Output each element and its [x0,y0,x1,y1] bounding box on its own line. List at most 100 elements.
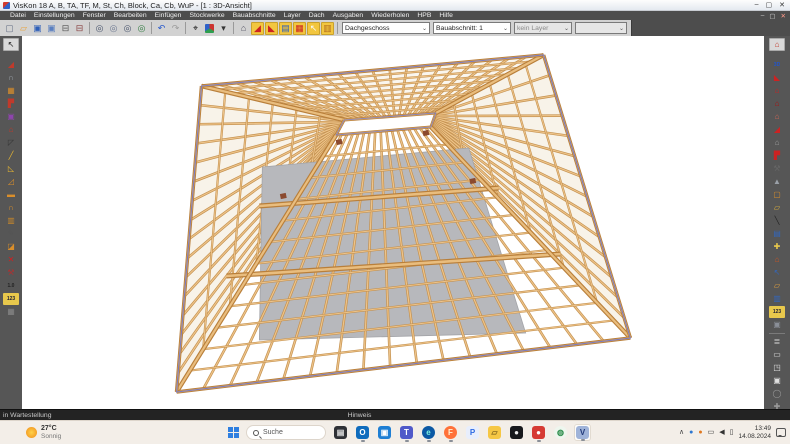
corner-tool-icon[interactable]: ▛ [769,150,785,162]
grid-panel-tool-icon[interactable]: ▦ [3,85,19,97]
select-cursor-icon[interactable]: ↖ [3,38,19,51]
clock[interactable]: 13:49 14.08.2024 [738,425,771,441]
mdi-restore-button[interactable]: ▢ [769,12,775,20]
project-house-icon[interactable]: ⌂ [769,38,785,51]
weather-widget[interactable]: 27°C Sonnig [0,425,61,441]
onedrive-icon[interactable]: ● [689,429,693,436]
combo-dachgeschoss[interactable]: Dachgeschoss ⌄ [342,22,430,34]
redo-icon[interactable]: ↷ [169,22,182,35]
zoom-window-icon[interactable]: ◎ [121,22,134,35]
display-cast-icon[interactable]: ▭ [708,429,715,436]
teams-icon[interactable]: T [398,424,415,442]
dimension-alt-tool-icon[interactable]: 123 [769,306,785,318]
viewport[interactable] [22,36,764,409]
roof-small-tool-icon[interactable]: ◢ [769,124,785,136]
save-icon[interactable]: ▣ [31,22,44,35]
photos-app-icon[interactable]: ▣ [376,424,393,441]
house-a-tool-icon[interactable]: ⌂ [769,85,785,97]
delete-tool-icon[interactable]: ✕ [3,254,19,266]
menu-item-bearbeiten[interactable]: Bearbeiten [110,12,151,19]
menu-item-stockwerke[interactable]: Stockwerke [185,12,228,19]
timber-beam-tool-icon[interactable]: ▬ [3,189,19,201]
house-b-tool-icon[interactable]: ⌂ [769,98,785,110]
viskon-app-icon[interactable]: V [574,424,591,441]
outlook-icon[interactable]: O [354,424,371,442]
hammer-alt-tool-icon[interactable]: ⚒ [769,163,785,175]
mdi-close-button[interactable]: ✕ [781,12,786,20]
battery-icon[interactable]: ▯ [730,429,734,436]
mdi-minimize-button[interactable]: – [761,12,765,20]
setsquare-tool-icon[interactable]: ◺ [3,163,19,175]
menu-item-datei[interactable]: Datei [6,12,30,19]
wireframe-house-icon[interactable]: ⌂ [237,22,250,35]
maximize-button[interactable]: ▢ [766,1,773,9]
undo-icon[interactable]: ↶ [155,22,168,35]
paint-app-icon[interactable]: P [464,424,481,441]
combo-empty[interactable]: ⌄ [575,22,627,34]
timber-box-icon[interactable]: ▥ [321,21,334,35]
list-tool-icon[interactable]: ≣ [769,336,785,348]
view-cube-icon[interactable] [203,22,216,35]
select-element-tool-icon[interactable]: ◸ [3,137,19,149]
tray-chevron-icon[interactable]: ∧ [679,429,684,436]
center-view-icon[interactable]: ⌖ [189,22,202,35]
roof-3d-view[interactable] [22,36,764,409]
menu-item-hpb[interactable]: HPB [413,12,435,19]
camera-tool-icon[interactable]: ▣ [769,319,785,331]
red-app-icon[interactable]: ● [530,424,547,442]
line-tool-icon[interactable]: ╲ [769,215,785,227]
menu-item-einfügen[interactable]: Einfügen [151,12,186,19]
menu-item-ausgaben[interactable]: Ausgaben [329,12,368,19]
view-3d-icon[interactable]: 3D [769,59,785,71]
globe-app-icon[interactable]: ◍ [552,424,569,441]
roof-gray-tool-icon[interactable]: ▲ [769,176,785,188]
menu-item-layer[interactable]: Layer [280,12,305,19]
roof-battens-icon[interactable]: ▦ [293,21,306,35]
open-file-icon[interactable]: ▱ [17,22,30,35]
panel-tool-icon[interactable]: ▤ [769,228,785,240]
frame-tool-icon[interactable]: ▣ [3,111,19,123]
wall-layers-icon[interactable]: ▤ [279,21,292,35]
select-mode-icon[interactable]: ↖ [307,21,320,35]
circle-tool-icon[interactable]: ◯ [769,388,785,400]
minimize-button[interactable]: – [755,1,759,9]
house-tool-icon[interactable]: ⌂ [3,124,19,136]
window-tool-icon[interactable]: ▢ [769,189,785,201]
explorer-icon[interactable]: ▱ [486,424,503,441]
close-button[interactable]: ✕ [779,1,785,9]
pen-tool-icon[interactable]: ✎ [3,228,19,240]
save-as-icon[interactable]: ▣ [45,22,58,35]
axis-cross-tool-icon[interactable]: ✚ [769,241,785,253]
new-file-icon[interactable]: ▢ [3,22,16,35]
zoom-object-icon[interactable]: ◎ [135,22,148,35]
hammer-tool-icon[interactable]: ⚒ [3,267,19,279]
menu-item-wiederholen[interactable]: Wiederholen [367,12,413,19]
rect-empty-tool-icon[interactable]: ▭ [769,349,785,361]
dimension-tool-icon[interactable]: 123 [3,293,19,305]
print-settings-icon[interactable]: ⊟ [73,22,86,35]
roof-view-icon[interactable]: ◢ [251,21,264,35]
arc-tool-icon[interactable]: ∩ [3,202,19,214]
notification-icon[interactable] [776,428,786,437]
combo-kein-layer[interactable]: kein Layer ⌄ [514,22,572,34]
basket-tool-icon[interactable]: ◪ [3,241,19,253]
house-sketch-tool-icon[interactable]: ⌂ [769,137,785,149]
roof-edit-icon[interactable]: ◣ [265,21,278,35]
perspective-tool-icon[interactable]: ▦ [3,306,19,318]
house-repair-tool-icon[interactable]: ⌂ [769,254,785,266]
zoom-out-icon[interactable]: ◎ [107,22,120,35]
pick-document-tool-icon[interactable]: ↖ [769,267,785,279]
folder-tool-icon[interactable]: ▱ [769,280,785,292]
rect-fill-tool-icon[interactable]: ▣ [769,375,785,387]
roof-flag-tool-icon[interactable]: ◣ [769,72,785,84]
wall-panel-tool-icon[interactable]: ▥ [769,293,785,305]
zoom-in-icon[interactable]: ◎ [93,22,106,35]
menu-item-einstellungen[interactable]: Einstellungen [30,12,79,19]
tray-sync-icon[interactable]: ● [698,429,702,436]
roof-wall-tool-icon[interactable]: ◢ [3,59,19,71]
volume-icon[interactable]: ◀ [719,429,724,436]
setsquare-alt-tool-icon[interactable]: ◿ [3,176,19,188]
rect-corner-tool-icon[interactable]: ◳ [769,362,785,374]
notes-app-icon[interactable]: ▤ [332,424,349,441]
print-icon[interactable]: ⊟ [59,22,72,35]
